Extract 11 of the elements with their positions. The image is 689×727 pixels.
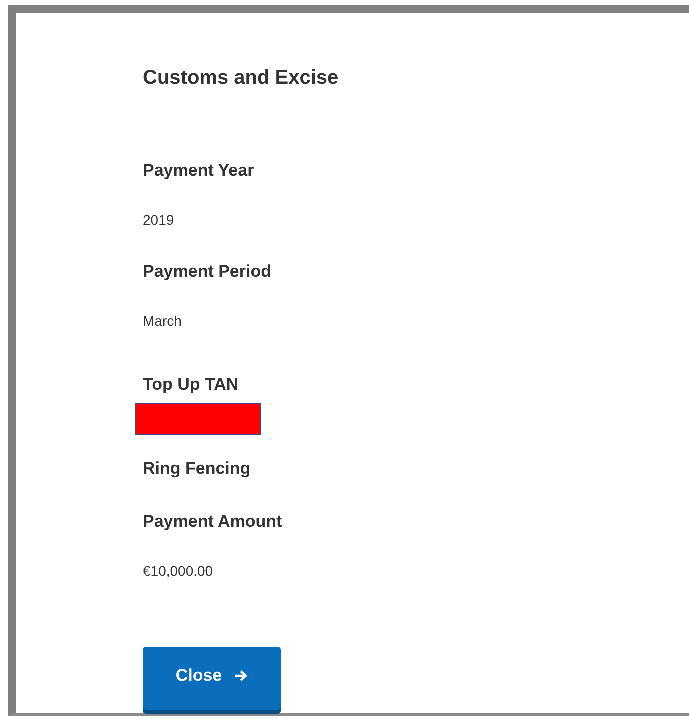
close-button[interactable]: Close: [143, 647, 281, 710]
field-label: Payment Amount: [143, 511, 282, 533]
field-value: 2019: [143, 211, 174, 230]
field-label: Payment Period: [143, 261, 272, 283]
field-label: Ring Fencing: [143, 458, 251, 480]
field-label: Payment Year: [143, 160, 254, 182]
dialog-title: Customs and Excise: [143, 66, 339, 91]
field-label: Top Up TAN: [143, 374, 239, 396]
arrow-right-icon: [234, 670, 248, 682]
field-value: March: [143, 312, 182, 331]
field-value: €10,000.00: [143, 562, 214, 581]
